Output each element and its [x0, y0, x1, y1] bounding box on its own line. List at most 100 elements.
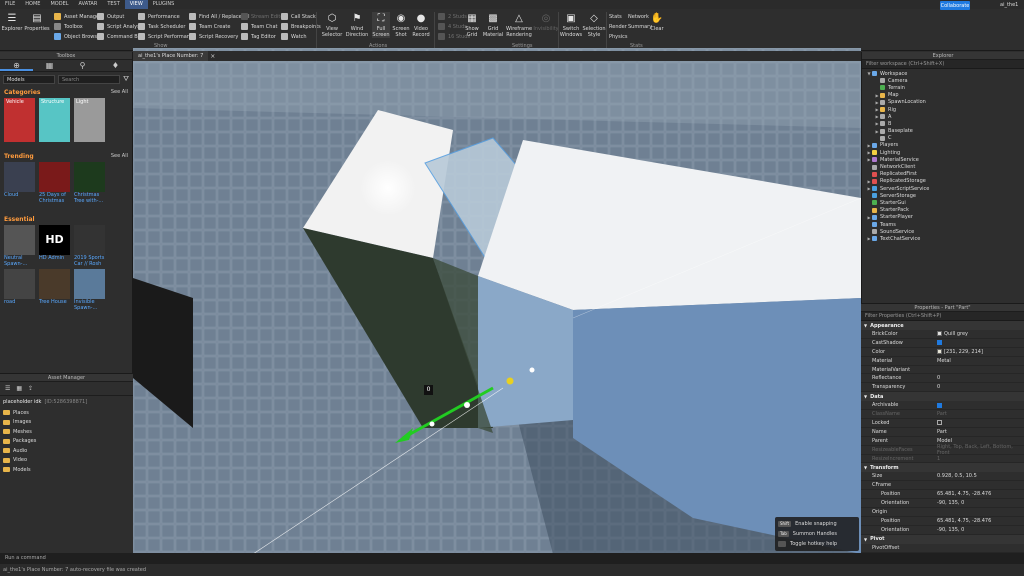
explorer-item[interactable]: ▶ ServerScriptService	[862, 185, 1024, 192]
properties-filter-input[interactable]: Filter Properties (Ctrl+Shift+P)	[861, 312, 1024, 321]
explorer-item[interactable]: ▶ Baseplate	[862, 128, 1024, 135]
property-row[interactable]: Name Part	[861, 428, 1024, 437]
trending-see-all[interactable]: See All	[111, 153, 128, 160]
performance-button[interactable]: Performance	[138, 12, 180, 21]
property-category[interactable]: ▼ Appearance	[861, 321, 1024, 330]
menu-home[interactable]: HOME	[20, 0, 45, 9]
invisibility-button[interactable]: ◎ Invisibility	[533, 12, 558, 32]
screenshot-button[interactable]: ◉ Screen Shot	[392, 12, 410, 38]
property-value[interactable]: 0	[937, 384, 1024, 390]
asset-folder-meshes[interactable]: Meshes	[0, 427, 133, 437]
property-value[interactable]: -90, 135, 0	[937, 500, 1024, 506]
property-value[interactable]: Right, Top, Back, Left, Bottom, Front	[937, 444, 1024, 456]
explorer-item[interactable]: ServerStorage	[862, 192, 1024, 199]
property-value[interactable]: 0	[937, 375, 1024, 381]
property-value[interactable]: 65.481, 4.75, -28.476	[937, 518, 1024, 524]
explorer-item[interactable]: ▶ Rig	[862, 106, 1024, 113]
view-selector-button[interactable]: ⬡ View Selector	[322, 12, 343, 38]
asset-folder-models[interactable]: Models	[0, 465, 133, 475]
show-grid-button[interactable]: ▦ Show Grid	[463, 12, 481, 38]
script-recovery-button[interactable]: Script Recovery	[189, 32, 238, 41]
properties-button[interactable]: ▤ Properties	[24, 12, 49, 32]
script-performance-button[interactable]: Script Performance	[138, 32, 196, 41]
property-row[interactable]: Reflectance 0	[861, 374, 1024, 384]
switch-windows-button[interactable]: ▣ Switch Windows	[560, 12, 582, 38]
clear-button[interactable]: ✋ Clear	[650, 12, 664, 32]
property-category[interactable]: ▼ Transform	[861, 463, 1024, 473]
property-row[interactable]: Orientation -90, 135, 0	[861, 526, 1024, 535]
wireframe-button[interactable]: △ Wireframe Rendering	[506, 12, 532, 38]
property-row[interactable]: ClassName Part	[861, 410, 1024, 420]
property-row[interactable]: Orientation -90, 135, 0	[861, 499, 1024, 509]
property-row[interactable]: Origin	[861, 508, 1024, 517]
explorer-item[interactable]: ▶ Players	[862, 142, 1024, 149]
object-browser-button[interactable]: Object Browser	[54, 32, 102, 41]
explorer-item[interactable]: ▶ StarterPlayer	[862, 214, 1024, 221]
menu-view[interactable]: VIEW	[124, 0, 148, 9]
collapse-arrow-icon[interactable]: ▼	[864, 394, 867, 399]
explorer-item[interactable]: NetworkClient	[862, 163, 1024, 170]
toolbox-search-input[interactable]: Search	[58, 75, 121, 84]
property-value[interactable]: Part	[937, 411, 1024, 417]
collapse-arrow-icon[interactable]: ▼	[864, 537, 867, 542]
network-button[interactable]: Network	[628, 12, 649, 21]
category-light[interactable]: Light	[74, 98, 105, 143]
toolbox-button[interactable]: Toolbox	[54, 22, 83, 31]
explorer-button[interactable]: ☰ Explorer	[2, 12, 23, 32]
property-row[interactable]: Position 65.481, 4.75, -28.476	[861, 490, 1024, 500]
essential-item[interactable]: HD HD Admin	[39, 225, 70, 267]
grid-tab-icon[interactable]: ▦	[33, 60, 66, 71]
trending-item[interactable]: Christmas Tree with-...	[74, 162, 105, 204]
explorer-item[interactable]: ▶ B	[862, 120, 1024, 127]
team-create-button[interactable]: Team Create	[189, 22, 230, 31]
property-row[interactable]: ResizeableFaces Right, Top, Back, Left, B…	[861, 444, 1024, 456]
explorer-item[interactable]: ▶ SpawnLocation	[862, 99, 1024, 106]
property-category[interactable]: ▼ Data	[861, 392, 1024, 402]
collaborate-button[interactable]: Collaborate	[940, 1, 970, 10]
hotkey-label[interactable]: Enable snapping	[795, 521, 837, 527]
selection-style-button[interactable]: ◇ Selection Style	[582, 12, 605, 38]
menu-model[interactable]: MODEL	[45, 0, 73, 9]
script-analysis-button[interactable]: Script Analysis	[97, 22, 144, 31]
essential-item[interactable]: 2019 Sports Car // Rosh	[74, 225, 105, 267]
essential-item[interactable]: Tree House	[39, 269, 70, 311]
grid-view-icon[interactable]: ▦	[16, 385, 22, 392]
explorer-item[interactable]: Camera	[862, 77, 1024, 84]
property-value[interactable]: Quill grey	[937, 331, 1024, 337]
full-screen-button[interactable]: ⛶ Full Screen	[372, 12, 390, 38]
asset-folder-video[interactable]: Video	[0, 456, 133, 466]
hotkey-label[interactable]: Summon Handles	[793, 531, 837, 537]
property-row[interactable]: MaterialVariant	[861, 366, 1024, 375]
category-select[interactable]: Models	[3, 75, 55, 84]
output-button[interactable]: Output	[97, 12, 124, 21]
essential-item[interactable]: Neutral Spawn-...	[4, 225, 35, 267]
property-value[interactable]: 0.928, 0.5, 10.5	[937, 473, 1024, 479]
explorer-item[interactable]: ▶ MaterialService	[862, 156, 1024, 163]
explorer-item[interactable]: ▶ Map	[862, 92, 1024, 99]
checkbox[interactable]	[937, 340, 942, 346]
3d-viewport[interactable]	[133, 48, 861, 554]
property-value[interactable]	[937, 420, 1024, 426]
wind-direction-button[interactable]: ⚑ Wind Direction	[346, 12, 369, 38]
checkbox[interactable]	[937, 420, 942, 426]
property-row[interactable]: Position 65.481, 4.75, -28.476	[861, 517, 1024, 526]
property-value[interactable]: Metal	[937, 358, 1024, 364]
menu-test[interactable]: TEST	[102, 0, 124, 9]
explorer-item[interactable]: Teams	[862, 221, 1024, 228]
explorer-item[interactable]: StarterGui	[862, 199, 1024, 206]
close-tab-icon[interactable]: ×	[210, 53, 215, 60]
trending-item[interactable]: 25 Days of Christmas	[39, 162, 70, 204]
hotkey-label[interactable]: Toggle hotkey help	[790, 541, 837, 547]
collapse-arrow-icon[interactable]: ▼	[864, 465, 867, 470]
scene-render[interactable]	[133, 48, 861, 554]
category-structure[interactable]: Structure	[39, 98, 70, 143]
menu-file[interactable]: FILE	[0, 0, 20, 9]
property-value[interactable]	[937, 340, 1024, 346]
explorer-item[interactable]: ▶ A	[862, 113, 1024, 120]
property-category[interactable]: ▼ Pivot	[861, 534, 1024, 544]
creations-tab-icon[interactable]: ♦	[99, 60, 132, 71]
property-row[interactable]: ResizeIncrement 1	[861, 455, 1024, 464]
menu-plugins[interactable]: PLUGINS	[148, 0, 179, 9]
property-value[interactable]: 65.481, 4.75, -28.476	[937, 491, 1024, 497]
filter-icon[interactable]: ⛛	[123, 75, 129, 84]
